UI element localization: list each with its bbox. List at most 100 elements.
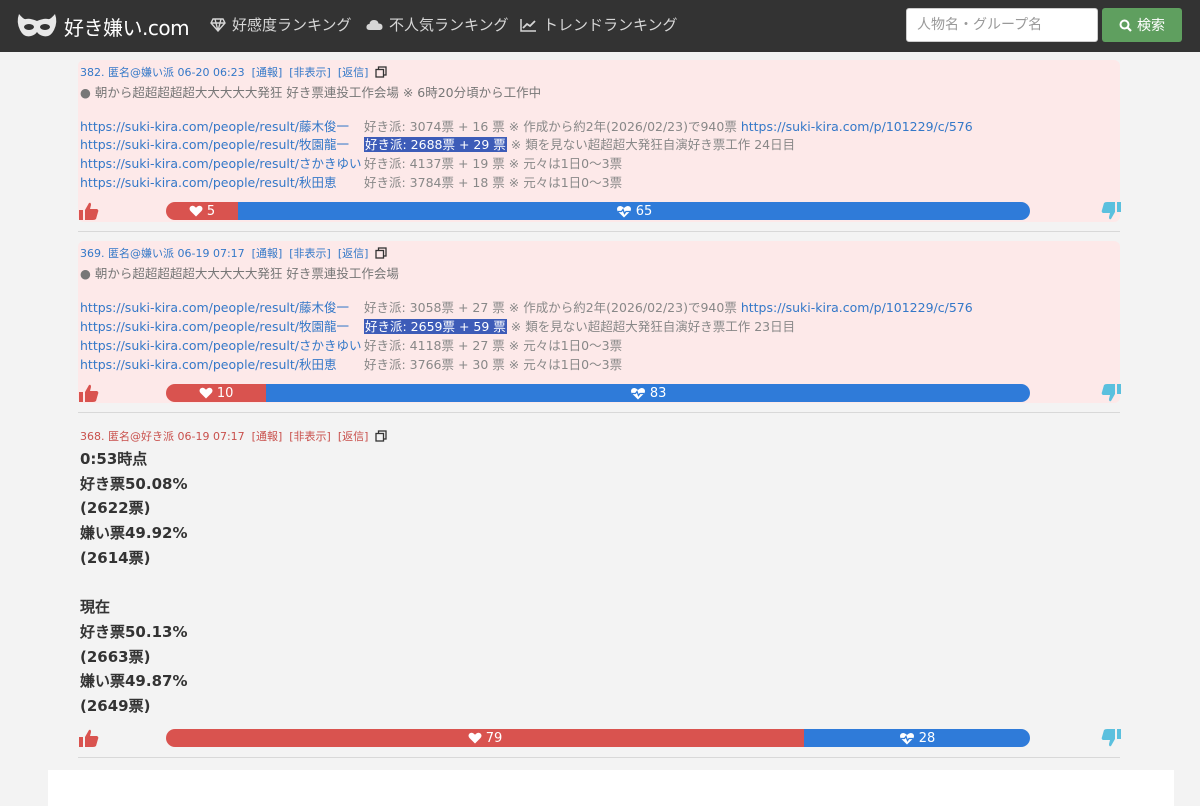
vote-note: ※ 類を見ない超超超大発狂自演好き票工作 23日目 bbox=[506, 319, 796, 334]
comment-post: 382. 匿名@嫌い派 06-20 06:23 [通報] [非表示] [返信] … bbox=[78, 60, 1122, 222]
result-link[interactable]: https://suki-kira.com/people/result/藤木俊一 bbox=[80, 118, 364, 136]
heart-icon bbox=[189, 205, 203, 217]
dislike-count: 65 bbox=[635, 203, 653, 219]
search-input[interactable] bbox=[906, 8, 1098, 42]
dislike-segment[interactable]: 28 bbox=[803, 729, 1030, 747]
reply-link[interactable]: [返信] bbox=[338, 428, 369, 444]
vote-note: ※ 元々は1日0〜3票 bbox=[504, 338, 623, 353]
search-button-label: 検索 bbox=[1137, 18, 1165, 34]
copy-icon[interactable] bbox=[375, 66, 388, 78]
vote-stat: 好き派: 3074票 + 16 票 bbox=[364, 119, 505, 134]
result-row: https://suki-kira.com/people/result/秋田恵好… bbox=[80, 174, 622, 192]
reply-link[interactable]: [返信] bbox=[338, 245, 369, 261]
vote-note: ※ 作成から約2年(2026/02/23)で940票 bbox=[504, 119, 741, 134]
result-row: https://suki-kira.com/people/result/秋田恵好… bbox=[80, 356, 622, 374]
hide-link[interactable]: [非表示] bbox=[289, 428, 331, 444]
vote-note: ※ 類を見ない超超超大発狂自演好き票工作 24日目 bbox=[506, 137, 796, 152]
post-text-line: (2622票) bbox=[80, 499, 151, 517]
result-link[interactable]: https://suki-kira.com/people/result/さかきゆ… bbox=[80, 155, 364, 173]
reference-link[interactable]: https://suki-kira.com/p/101229/c/576 bbox=[741, 300, 973, 315]
result-row: https://suki-kira.com/people/result/さかきゆ… bbox=[80, 337, 622, 355]
thumbs-down-icon[interactable] bbox=[1100, 727, 1122, 749]
post-meta: 382. 匿名@嫌い派 06-20 06:23 [通報] [非表示] [返信] bbox=[80, 64, 388, 80]
thumbs-up-icon[interactable] bbox=[78, 727, 100, 749]
heart-icon bbox=[468, 732, 482, 744]
logo-text: 好き嫌い.com bbox=[64, 15, 190, 40]
trend-chart-icon bbox=[520, 18, 536, 32]
hide-link[interactable]: [非表示] bbox=[289, 245, 331, 261]
post-meta: 369. 匿名@嫌い派 06-19 07:17 [通報] [非表示] [返信] bbox=[80, 245, 388, 261]
result-row: https://suki-kira.com/people/result/牧園龍一… bbox=[80, 136, 795, 154]
nav-trend-ranking[interactable]: トレンドランキング bbox=[520, 14, 678, 35]
report-link[interactable]: [通報] bbox=[252, 245, 283, 261]
vote-note: ※ 元々は1日0〜3票 bbox=[504, 175, 623, 190]
post-author-date: 382. 匿名@嫌い派 06-20 06:23 bbox=[80, 66, 245, 79]
nav-trend-ranking-label: トレンドランキング bbox=[543, 16, 678, 34]
vote-bar: 10 83 bbox=[166, 384, 1030, 402]
vote-note: ※ 元々は1日0〜3票 bbox=[504, 156, 623, 171]
result-link[interactable]: https://suki-kira.com/people/result/牧園龍一 bbox=[80, 318, 364, 336]
reference-link[interactable]: https://suki-kira.com/p/101229/c/576 bbox=[741, 119, 973, 134]
vote-bar: 79 28 bbox=[166, 729, 1030, 747]
cloud-icon bbox=[366, 20, 383, 30]
heartbeat-icon bbox=[616, 205, 631, 217]
copy-icon[interactable] bbox=[375, 247, 388, 259]
thumbs-up-icon[interactable] bbox=[78, 382, 100, 404]
vote-stat: 好き派: 2659票 + 59 票 bbox=[364, 319, 507, 334]
vote-stat: 好き派: 3058票 + 27 票 bbox=[364, 300, 505, 315]
thumbs-down-icon[interactable] bbox=[1100, 200, 1122, 222]
search-icon bbox=[1119, 19, 1132, 32]
diamond-icon bbox=[210, 17, 226, 32]
post-author-date: 369. 匿名@嫌い派 06-19 07:17 bbox=[80, 247, 245, 260]
result-link[interactable]: https://suki-kira.com/people/result/秋田恵 bbox=[80, 356, 364, 374]
like-segment[interactable]: 5 bbox=[166, 202, 238, 220]
like-segment[interactable]: 79 bbox=[166, 729, 804, 747]
heartbeat-icon bbox=[630, 387, 645, 399]
result-link[interactable]: https://suki-kira.com/people/result/藤木俊一 bbox=[80, 299, 364, 317]
post-text: ● 朝から超超超超超大大大大大発狂 好き票連投工作会場 ※ 6時20分頃から工作… bbox=[80, 85, 542, 100]
dislike-segment[interactable]: 83 bbox=[266, 384, 1030, 402]
post-text-line: (2663票) bbox=[80, 648, 151, 666]
post-divider bbox=[78, 757, 1120, 758]
vote-bar: 5 65 bbox=[166, 202, 1030, 220]
result-link[interactable]: https://suki-kira.com/people/result/牧園龍一 bbox=[80, 136, 364, 154]
like-segment[interactable]: 10 bbox=[166, 384, 267, 402]
dislike-count: 28 bbox=[918, 730, 936, 746]
copy-icon[interactable] bbox=[375, 430, 388, 442]
vote-stat: 好き派: 4137票 + 19 票 bbox=[364, 156, 505, 171]
report-link[interactable]: [通報] bbox=[252, 428, 283, 444]
mask-logo-icon bbox=[17, 14, 57, 37]
nav-unpopular-ranking[interactable]: 不人気ランキング bbox=[366, 14, 509, 35]
vote-stat: 好き派: 4118票 + 27 票 bbox=[364, 338, 505, 353]
hide-link[interactable]: [非表示] bbox=[289, 64, 331, 80]
result-row: https://suki-kira.com/people/result/藤木俊一… bbox=[80, 118, 973, 136]
post-text-line: (2614票) bbox=[80, 549, 151, 567]
like-count: 79 bbox=[485, 730, 503, 746]
result-link[interactable]: https://suki-kira.com/people/result/秋田恵 bbox=[80, 174, 364, 192]
like-count: 5 bbox=[206, 203, 216, 219]
comment-post: 369. 匿名@嫌い派 06-19 07:17 [通報] [非表示] [返信] … bbox=[78, 241, 1122, 404]
result-row: https://suki-kira.com/people/result/牧園龍一… bbox=[80, 318, 795, 336]
like-count: 10 bbox=[216, 385, 234, 401]
post-text: ● 朝から超超超超超大大大大大発狂 好き票連投工作会場 bbox=[80, 266, 399, 281]
report-link[interactable]: [通報] bbox=[252, 64, 283, 80]
heartbeat-icon bbox=[899, 732, 914, 744]
heart-icon bbox=[199, 387, 213, 399]
nav-likability-ranking[interactable]: 好感度ランキング bbox=[210, 14, 352, 35]
post-text-line: 嫌い票49.87% bbox=[80, 672, 188, 690]
thumbs-down-icon[interactable] bbox=[1100, 382, 1122, 404]
post-author-date: 368. 匿名@好き派 06-19 07:17 bbox=[80, 430, 245, 443]
thumbs-up-icon[interactable] bbox=[78, 200, 100, 222]
dislike-count: 83 bbox=[649, 385, 667, 401]
nav-unpopular-ranking-label: 不人気ランキング bbox=[389, 16, 509, 34]
site-logo[interactable]: 好き嫌い.com bbox=[16, 8, 190, 44]
nav-likability-ranking-label: 好感度ランキング bbox=[232, 16, 352, 34]
vote-note: ※ 元々は1日0〜3票 bbox=[504, 357, 623, 372]
post-text-line: 0:53時点 bbox=[80, 450, 148, 468]
search-button[interactable]: 検索 bbox=[1102, 8, 1182, 42]
reply-link[interactable]: [返信] bbox=[338, 64, 369, 80]
result-link[interactable]: https://suki-kira.com/people/result/さかきゆ… bbox=[80, 337, 364, 355]
page-footer-area bbox=[48, 770, 1174, 806]
vote-note: ※ 作成から約2年(2026/02/23)で940票 bbox=[504, 300, 741, 315]
dislike-segment[interactable]: 65 bbox=[237, 202, 1030, 220]
